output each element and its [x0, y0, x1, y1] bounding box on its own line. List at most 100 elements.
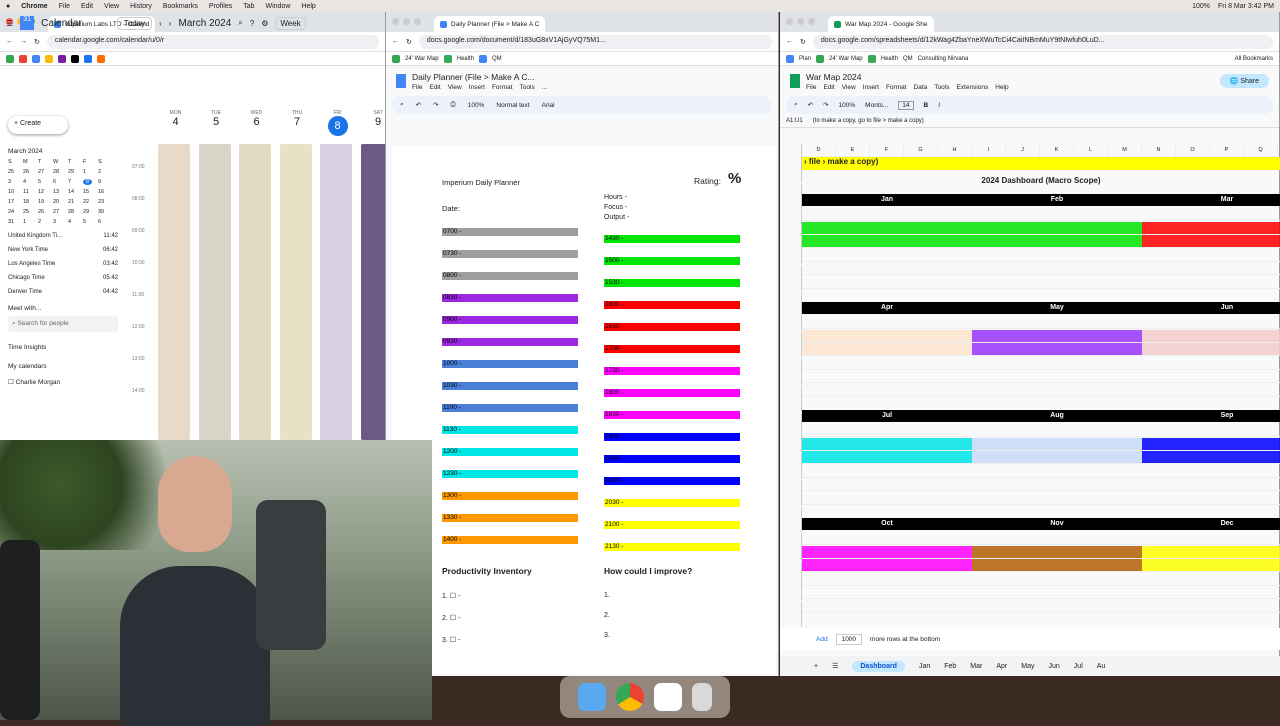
time-slot-bar[interactable]: 1230 - [442, 470, 578, 478]
minical-day[interactable]: 3 [8, 179, 23, 185]
menu-tab[interactable]: Tab [243, 3, 254, 10]
week-row[interactable] [802, 276, 972, 289]
minical-day[interactable]: 5 [83, 219, 98, 225]
time-slot-bar[interactable]: 1630 - [604, 323, 740, 331]
column-header[interactable]: E [836, 144, 870, 157]
week-row[interactable] [802, 573, 972, 586]
doc-menu-item[interactable]: Tools [520, 84, 535, 91]
checkbox-icon[interactable]: ☐ [450, 637, 456, 644]
formula-bar[interactable]: (to make a copy, go to file > make a cop… [813, 118, 924, 124]
time-slot-bar[interactable]: 0700 - [442, 228, 578, 236]
prev-week-icon[interactable]: ‹ [159, 19, 162, 28]
minical-day[interactable]: 30 [98, 209, 113, 215]
url-bar[interactable]: docs.google.com/spreadsheets/d/12kWag4Zb… [813, 35, 1273, 49]
minical-day[interactable]: 15 [83, 189, 98, 195]
row-number[interactable] [780, 426, 802, 439]
column-header[interactable]: N [1142, 144, 1176, 157]
day-column[interactable]: FRI8 [318, 110, 357, 440]
week-row[interactable] [802, 559, 972, 572]
week-row[interactable] [972, 532, 1142, 545]
row-number[interactable] [780, 359, 802, 372]
minical-day[interactable]: 4 [23, 179, 38, 185]
undo-icon[interactable]: ↶ [808, 101, 813, 109]
week-row[interactable] [802, 343, 972, 356]
today-button[interactable]: Today [117, 17, 152, 30]
style-select[interactable]: Normal text [496, 102, 529, 109]
sheet-tab[interactable]: Au [1097, 663, 1106, 670]
row-number[interactable] [780, 493, 802, 506]
back-icon[interactable]: ← [786, 38, 793, 45]
time-slot-bar[interactable]: 1830 - [604, 411, 740, 419]
minical-day[interactable]: 19 [38, 199, 53, 205]
row-number[interactable] [780, 413, 802, 426]
week-row[interactable] [972, 438, 1142, 451]
week-row[interactable] [1142, 573, 1280, 586]
back-icon[interactable]: ← [392, 38, 399, 45]
week-row[interactable] [802, 586, 972, 599]
time-insights[interactable]: Time Insights [8, 344, 118, 351]
week-row[interactable] [1142, 330, 1280, 343]
search-menus-icon[interactable]: ⌕ [794, 101, 798, 109]
week-row[interactable] [1142, 343, 1280, 356]
column-header[interactable]: Q [1244, 144, 1278, 157]
settings-icon[interactable]: ⚙ [261, 19, 268, 28]
menu-icon[interactable]: ☰ [6, 19, 13, 28]
row-number[interactable] [780, 184, 802, 197]
sheet-tab[interactable]: Jan [919, 663, 930, 670]
week-row[interactable] [972, 343, 1142, 356]
sheet-tab[interactable]: Mar [970, 663, 982, 670]
minical-day[interactable]: 2 [98, 169, 113, 175]
app-name[interactable]: Chrome [21, 3, 47, 10]
inventory-item[interactable]: 3. ☐ - [442, 636, 460, 644]
sheet-tab[interactable]: Apr [996, 663, 1007, 670]
doc-menu-item[interactable]: Insert [469, 84, 485, 91]
column-header[interactable]: G [904, 144, 938, 157]
week-row[interactable] [1142, 465, 1280, 478]
font-select[interactable]: Arial [542, 102, 555, 109]
week-row[interactable] [802, 330, 972, 343]
week-row[interactable] [1142, 424, 1280, 437]
calendar-event-block[interactable] [361, 144, 386, 440]
minical-day[interactable]: 1 [83, 169, 98, 175]
minical-day[interactable]: 1 [23, 219, 38, 225]
print-icon[interactable]: ⎙ [451, 101, 456, 109]
week-row[interactable] [1142, 546, 1280, 559]
time-slot-bar[interactable]: 0930 - [442, 338, 578, 346]
inventory-item[interactable]: 2. ☐ - [442, 614, 460, 622]
row-number[interactable] [780, 453, 802, 466]
week-row[interactable] [972, 546, 1142, 559]
week-row[interactable] [972, 465, 1142, 478]
clock[interactable]: Fri 8 Mar 3:42 PM [1218, 3, 1274, 10]
week-row[interactable] [1142, 438, 1280, 451]
doc-menu-item[interactable]: Format [492, 84, 513, 91]
italic-icon[interactable]: I [938, 102, 940, 109]
forward-icon[interactable]: → [20, 38, 27, 45]
row-number[interactable] [780, 386, 802, 399]
minical-day[interactable]: 24 [8, 209, 23, 215]
week-row[interactable] [802, 370, 972, 383]
minical-day[interactable]: 3 [53, 219, 68, 225]
minical-day[interactable]: 10 [8, 189, 23, 195]
time-slot-bar[interactable]: 1100 - [442, 404, 578, 412]
week-row[interactable] [802, 262, 972, 275]
week-row[interactable] [972, 330, 1142, 343]
time-slot-bar[interactable]: 0800 - [442, 272, 578, 280]
checkbox-icon[interactable]: ☐ [450, 593, 456, 600]
row-number[interactable] [780, 439, 802, 452]
zoom-select[interactable]: 100% [839, 102, 856, 109]
week-row[interactable] [1142, 222, 1280, 235]
minical-day[interactable]: 11 [23, 189, 38, 195]
week-row[interactable] [972, 316, 1142, 329]
add-rows-button[interactable]: Add [816, 636, 828, 643]
menu-window[interactable]: Window [266, 3, 291, 10]
zoom-select[interactable]: 100% [468, 102, 485, 109]
calendar-event-block[interactable] [280, 144, 312, 440]
doc-menu-item[interactable]: Edit [429, 84, 440, 91]
minical-day[interactable]: 27 [53, 209, 68, 215]
sheet-menu-item[interactable]: Format [886, 84, 907, 91]
menu-edit[interactable]: Edit [81, 3, 93, 10]
time-slot-bar[interactable]: 0730 - [442, 250, 578, 258]
day-column[interactable]: MON4 [156, 110, 195, 440]
menu-history[interactable]: History [130, 3, 152, 10]
sheet-tab[interactable]: Jun [1049, 663, 1060, 670]
